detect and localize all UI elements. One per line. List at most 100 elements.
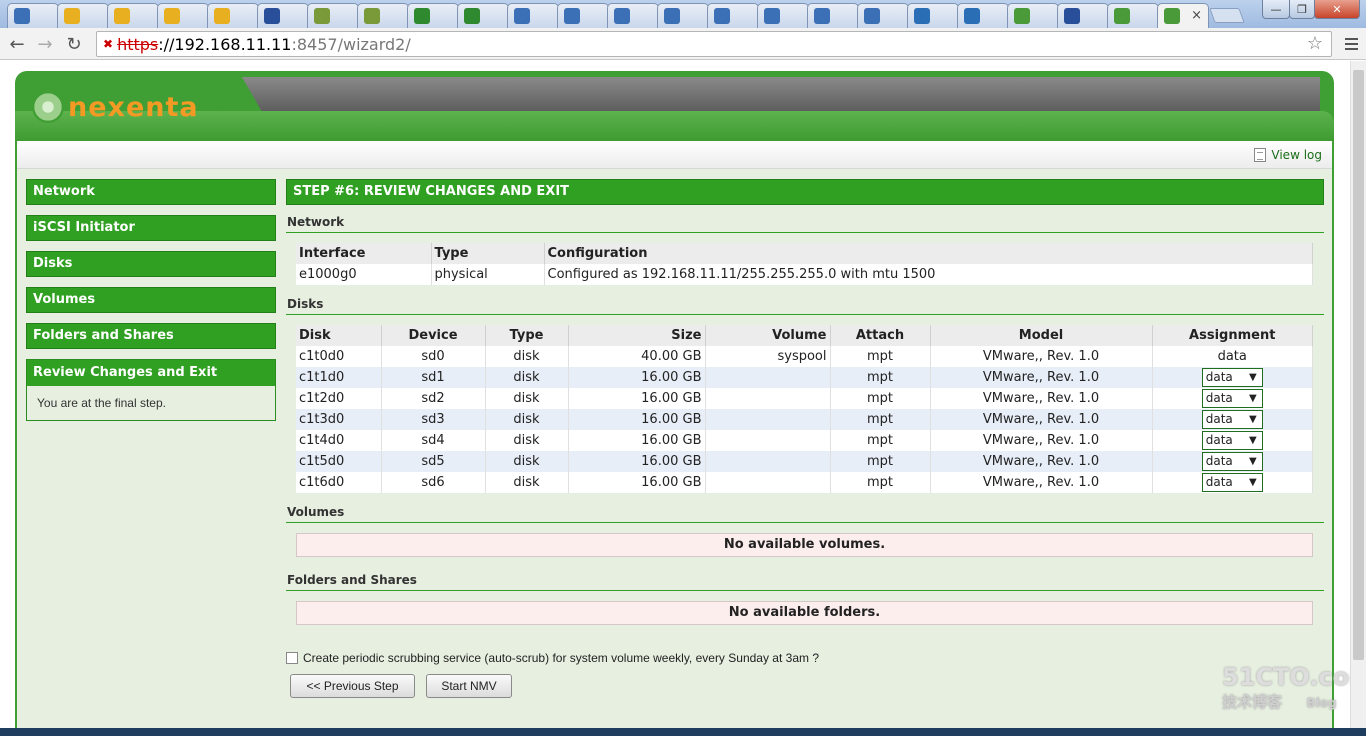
assignment-value: data [1205,454,1233,468]
browser-tab[interactable] [257,3,309,28]
tab-favicon-icon [314,8,330,24]
tab-favicon-icon [914,8,930,24]
column-header: Model [930,325,1153,346]
auto-scrub-checkbox[interactable] [286,652,298,664]
sidebar-item-volumes[interactable]: Volumes [26,287,276,313]
browser-tab[interactable] [1007,3,1059,28]
tab-favicon-icon [464,8,480,24]
tab-favicon-icon [814,8,830,24]
new-tab-button[interactable] [1209,8,1245,23]
sidebar-active-title[interactable]: Review Changes and Exit [27,360,275,386]
browser-tab[interactable] [407,3,459,28]
browser-tab-active[interactable]: × [1157,3,1209,28]
assignment-select[interactable]: data ▼ [1201,473,1263,492]
sidebar-item-review-changes: Review Changes and Exit You are at the f… [26,359,276,421]
minimize-window-button[interactable]: — [1262,0,1290,19]
watermark: 51CTO.com 技术博客 Blog [1222,663,1350,712]
section-network-heading: Network [286,215,1324,233]
browser-tab[interactable] [957,3,1009,28]
column-header: Volume [705,325,831,346]
table-cell: c1t4d0 [296,430,382,451]
browser-tab[interactable] [907,3,959,28]
assignment-select[interactable]: data ▼ [1201,431,1263,450]
browser-tab[interactable] [307,3,359,28]
sidebar-item-disks[interactable]: Disks [26,251,276,277]
table-cell: c1t1d0 [296,367,382,388]
assignment-select[interactable]: data ▼ [1201,389,1263,408]
browser-toolbar: ← → ↻ ✖ https ://192.168.11.11 :8457/wiz… [0,28,1366,60]
browser-tab[interactable] [557,3,609,28]
close-tab-icon[interactable]: × [1191,8,1202,23]
table-row: c1t0d0 sd0 disk 40.00 GB syspool mpt VMw… [296,346,1313,367]
table-cell: sd6 [381,472,486,493]
dropdown-arrow-icon: ▼ [1249,435,1257,446]
browser-tab[interactable] [357,3,409,28]
browser-menu-button[interactable] [1340,32,1362,56]
column-header: Attach [830,325,931,346]
assignment-select[interactable]: data ▼ [1201,452,1263,471]
nexenta-logo[interactable]: nexenta [32,91,199,123]
browser-tab[interactable] [157,3,209,28]
tab-favicon-icon [114,8,130,24]
table-cell: mpt [830,430,931,451]
assignment-cell: data ▼ [1152,388,1313,409]
tab-favicon-icon [514,8,530,24]
start-nmv-button[interactable]: Start NMV [426,674,512,698]
no-folders-message: No available folders. [296,601,1313,625]
table-cell: sd0 [381,346,486,367]
dropdown-arrow-icon: ▼ [1249,456,1257,467]
table-cell: disk [485,430,569,451]
insecure-lock-icon: ✖ [103,37,114,51]
table-cell: disk [485,472,569,493]
browser-tab[interactable] [807,3,859,28]
table-cell: mpt [830,451,931,472]
column-header: Disk [296,325,382,346]
view-log-link[interactable]: View log [1254,148,1322,162]
assignment-select[interactable]: data ▼ [1201,368,1263,387]
no-volumes-message: No available volumes. [296,533,1313,557]
table-cell: 16.00 GB [568,388,706,409]
table-cell: VMware,, Rev. 1.0 [930,367,1153,388]
table-cell: mpt [830,346,931,367]
browser-tab[interactable] [657,3,709,28]
browser-tab[interactable] [707,3,759,28]
vertical-scrollbar[interactable] [1350,61,1366,736]
tab-favicon-icon [664,8,680,24]
close-window-button[interactable]: ✕ [1314,0,1360,19]
browser-tab[interactable] [857,3,909,28]
browser-tab[interactable] [7,3,59,28]
table-cell: VMware,, Rev. 1.0 [930,388,1153,409]
bookmark-star-icon[interactable]: ☆ [1307,33,1323,54]
dropdown-arrow-icon: ▼ [1249,393,1257,404]
table-cell: mpt [830,388,931,409]
maximize-window-button[interactable]: ❐ [1289,0,1315,19]
sidebar-item-iscsi-initiator[interactable]: iSCSI Initiator [26,215,276,241]
assignment-value: data [1205,370,1233,384]
assignment-select[interactable]: data ▼ [1201,410,1263,429]
previous-step-button[interactable]: << Previous Step [290,674,415,698]
sidebar-item-network[interactable]: Network [26,179,276,205]
browser-tab[interactable] [607,3,659,28]
main-panel: STEP #6: REVIEW CHANGES AND EXIT Network… [286,179,1324,625]
browser-tab[interactable] [207,3,259,28]
table-cell [705,472,831,493]
browser-tab[interactable] [1107,3,1159,28]
table-row: e1000g0 physical Configured as 192.168.1… [296,264,1313,285]
back-button[interactable]: ← [5,32,29,56]
reload-button[interactable]: ↻ [62,32,86,56]
scrollbar-thumb[interactable] [1353,70,1364,660]
address-bar[interactable]: ✖ https ://192.168.11.11 :8457/wizard2/ … [96,31,1332,57]
browser-tab[interactable] [507,3,559,28]
table-cell: 16.00 GB [568,430,706,451]
browser-tab[interactable] [457,3,509,28]
sidebar-item-folders-and-shares[interactable]: Folders and Shares [26,323,276,349]
browser-tab[interactable] [757,3,809,28]
sub-toolbar: View log [17,141,1332,169]
table-cell: VMware,, Rev. 1.0 [930,451,1153,472]
browser-tab[interactable] [1057,3,1109,28]
assignment-cell: data ▼ [1152,472,1313,493]
browser-tab[interactable] [57,3,109,28]
browser-tab[interactable] [107,3,159,28]
wizard-page: nexenta View log Network iSCSI Initiator… [15,71,1334,736]
forward-button[interactable]: → [33,32,57,56]
